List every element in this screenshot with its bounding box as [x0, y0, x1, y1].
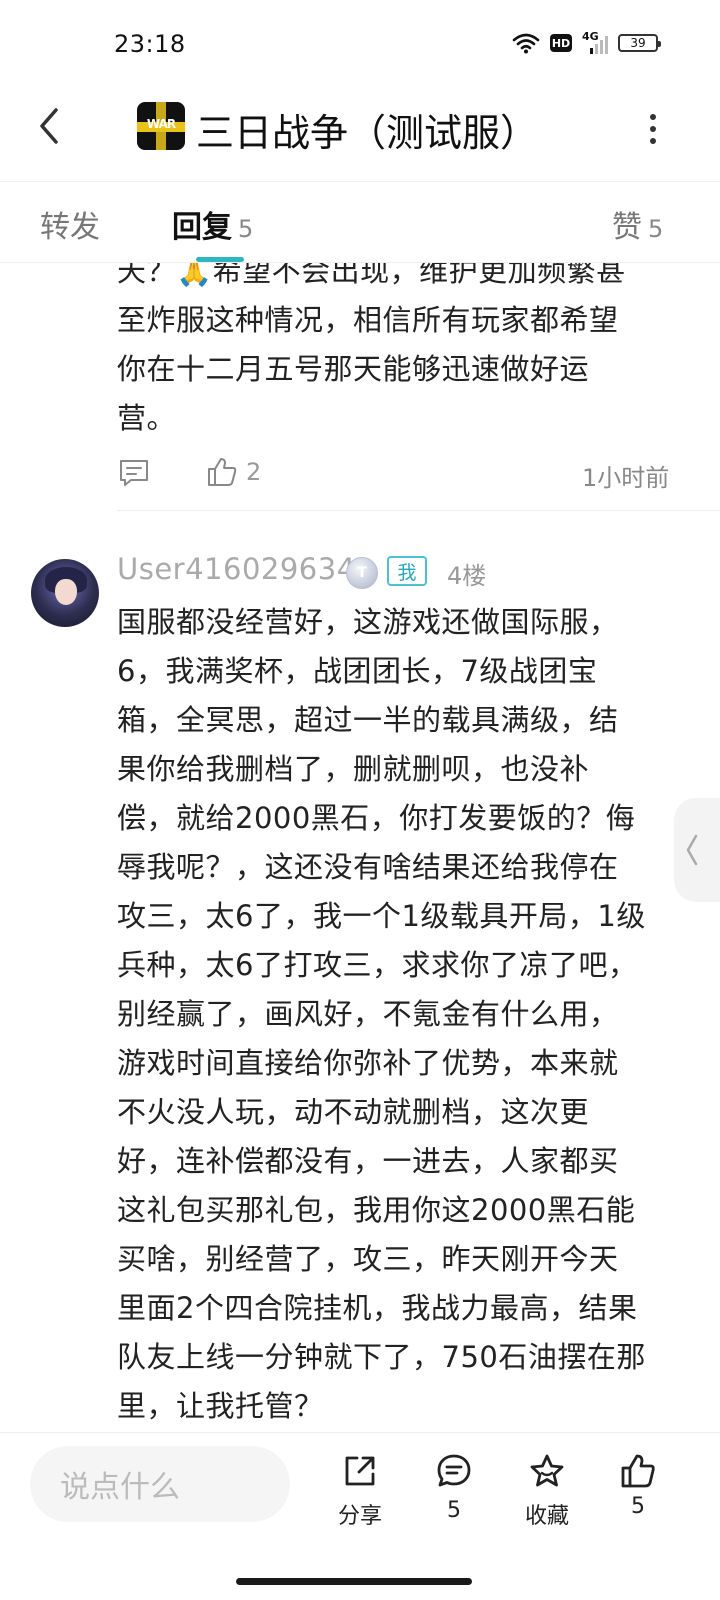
tab-reply-count: 5 — [238, 215, 254, 243]
tab-like-label: 赞 — [612, 210, 642, 245]
battery-icon: 39 — [618, 34, 661, 52]
tab-reply[interactable]: 回复 5 — [172, 202, 253, 246]
comment-line: 果你给我删档了，删就删呗，也没补 — [117, 752, 590, 786]
comment-divider — [117, 510, 720, 511]
cellular-signal-icon: 4G — [582, 30, 608, 54]
comment-line: 里，让我托管？ — [117, 1389, 324, 1423]
wifi-icon — [512, 33, 540, 54]
share-icon — [345, 1456, 375, 1486]
username[interactable]: User416029634 — [117, 552, 356, 586]
page-title[interactable]: 三日战争（测试服） — [196, 102, 538, 157]
share-label: 分享 — [337, 1504, 382, 1529]
comment-count: 5 — [447, 1498, 461, 1523]
tab-like-count: 5 — [648, 215, 664, 243]
floor-number: 4楼 — [447, 562, 487, 590]
previous-comment-time: 1小时前 — [582, 464, 670, 492]
comment-line: 国服都没经营好，这游戏还做国际服， — [117, 605, 619, 639]
comment-input[interactable]: 说点什么 — [30, 1446, 290, 1522]
comment-line: 你在十二月五号那天能够迅速做好运 — [117, 352, 590, 386]
thumbs-up-icon — [621, 1454, 655, 1488]
status-time: 23:18 — [114, 30, 186, 58]
back-icon[interactable] — [30, 104, 70, 148]
app-logo-text: WAR — [146, 117, 176, 131]
chevron-left-icon — [686, 834, 698, 866]
home-indicator[interactable] — [236, 1578, 472, 1585]
hd-icon: HD — [550, 34, 572, 52]
comment-line: 里面2个四合院挂机，我战力最高，结果 — [117, 1291, 638, 1325]
level-badge-icon: T — [346, 557, 378, 589]
comment-line: 箱，全冥思，超过一半的载具满级，结 — [117, 703, 619, 737]
like-count: 5 — [631, 1494, 645, 1519]
star-icon — [530, 1454, 564, 1487]
header-divider — [0, 181, 720, 182]
avatar[interactable] — [31, 559, 99, 627]
thumbs-up-icon[interactable] — [205, 455, 239, 489]
battery-level: 39 — [630, 36, 646, 50]
tab-reply-label: 回复 — [172, 210, 232, 245]
comment-line: 别经赢了，画风好，不氪金有什么用， — [117, 997, 619, 1031]
favorite-button[interactable]: 收藏 — [507, 1452, 587, 1530]
me-badge: 我 — [387, 556, 427, 586]
app-logo: WAR — [137, 102, 185, 150]
comment-line: 天？🙏希望不会出现，维护更加频繁甚 — [117, 263, 626, 288]
comment-line: 买啥，别经营了，攻三，昨天刚开今天 — [117, 1242, 619, 1276]
tab-forward-label: 转发 — [40, 210, 100, 245]
comment-line: 营。 — [117, 401, 177, 435]
comment-body: 国服都没经营好，这游戏还做国际服， 6，我满奖杯，战团团长，7级战团宝 箱，全冥… — [117, 598, 646, 1431]
previous-comment-like-count: 2 — [246, 458, 262, 486]
comment-line: 这礼包买那礼包，我用你这2000黑石能 — [117, 1193, 636, 1227]
comment-line: 至炸服这种情况，相信所有玩家都希望 — [117, 303, 619, 337]
comment-line: 偿，就给2000黑石，你打发要饭的？侮 — [117, 801, 636, 835]
comment-line: 辱我呢？，这还没有啥结果还给我停在 — [117, 850, 619, 884]
status-icons: HD 4G 39 — [512, 30, 661, 54]
previous-comment-body: 天？🙏希望不会出现，维护更加频繁甚 至炸服这种情况，相信所有玩家都希望 你在十二… — [0, 263, 720, 443]
reply-icon[interactable] — [117, 456, 151, 490]
comment-line: 兵种，太6了打攻三，求求你了凉了吧， — [117, 948, 638, 982]
tab-forward[interactable]: 转发 — [40, 202, 100, 246]
comment-icon — [437, 1454, 471, 1487]
tab-like[interactable]: 赞5 — [612, 202, 663, 246]
side-drawer-handle[interactable] — [674, 798, 720, 902]
like-button[interactable]: 5 — [598, 1452, 678, 1519]
comment-line: 不火没人玩，动不动就删档，这次更 — [117, 1095, 590, 1129]
comment-line: 好，连补偿都没有，一进去，人家都买 — [117, 1144, 619, 1178]
comment-line: 队友上线一分钟就下了，750石油摆在那 — [117, 1340, 646, 1374]
more-vertical-icon[interactable] — [646, 114, 660, 144]
comment-line: 游戏时间直接给你弥补了优势，本来就 — [117, 1046, 619, 1080]
comment-line: 攻三，太6了，我一个1级载具开局，1级 — [117, 899, 646, 933]
favorite-label: 收藏 — [524, 1504, 569, 1529]
comment-line: 6，我满奖杯，战团团长，7级战团宝 — [117, 654, 598, 688]
comment-button[interactable]: 5 — [414, 1452, 494, 1523]
share-button[interactable]: 分享 — [320, 1452, 400, 1530]
